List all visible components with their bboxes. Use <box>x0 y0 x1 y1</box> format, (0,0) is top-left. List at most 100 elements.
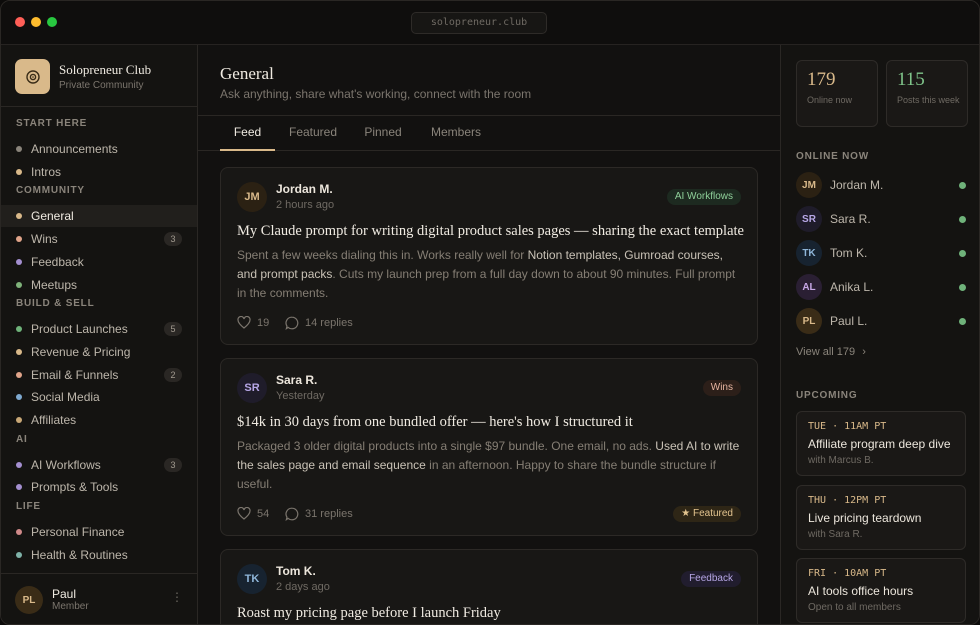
post-time: 2 days ago <box>276 581 330 593</box>
tab-pinned[interactable]: Pinned <box>363 116 403 151</box>
like-button[interactable]: 19 <box>237 316 269 329</box>
sidebar-item-general[interactable]: General <box>1 205 197 228</box>
tab-featured[interactable]: Featured <box>287 116 339 151</box>
sidebar-item-label: Feedback <box>31 254 84 269</box>
sidebar-item-label: Social Media <box>31 390 100 405</box>
stat-label: Posts this week <box>897 95 960 105</box>
sidebar-item-label: Announcements <box>31 142 118 156</box>
online-member[interactable]: TK Tom K. <box>796 240 966 266</box>
avatar: TK <box>237 564 267 594</box>
post-card[interactable]: TK Tom K. 2 days ago Feedback Roast my p… <box>220 549 758 624</box>
sidebar-item-email-funnels[interactable]: Email & Funnels 2 <box>1 364 197 386</box>
minimize-window-button[interactable] <box>31 17 41 27</box>
sidebar-item-announcements[interactable]: Announcements <box>1 138 197 160</box>
unread-badge: 5 <box>164 322 182 337</box>
sidebar-item-prompts-tools[interactable]: Prompts & Tools <box>1 476 197 498</box>
post-title[interactable]: Roast my pricing page before I launch Fr… <box>237 605 501 622</box>
more-vertical-icon[interactable]: ⋮ <box>171 590 183 604</box>
post-author[interactable]: Jordan M. <box>276 182 333 196</box>
post-time: 2 hours ago <box>276 199 335 211</box>
unread-badge: 3 <box>164 457 182 472</box>
avatar: JM <box>796 172 822 198</box>
current-user[interactable]: PL Paul Member ⋮ <box>1 573 197 624</box>
tab-members[interactable]: Members <box>429 116 483 151</box>
event-card[interactable]: FRI · 10AM PT AI tools office hours Open… <box>796 558 966 623</box>
category-tag[interactable]: AI Workflows <box>666 189 741 205</box>
post-author[interactable]: Tom K. <box>276 564 316 578</box>
sidebar-item-health-routines[interactable]: Health & Routines <box>1 544 197 566</box>
event-card[interactable]: TUE · 11AM PT Affiliate program deep div… <box>796 411 966 476</box>
online-member[interactable]: AL Anika L. <box>796 274 966 300</box>
post-author[interactable]: Sara R. <box>276 373 317 387</box>
sidebar-item-personal-finance[interactable]: Personal Finance <box>1 521 197 543</box>
close-window-button[interactable] <box>15 17 25 27</box>
heart-icon <box>237 316 251 329</box>
member-name: Jordan M. <box>830 178 884 192</box>
sidebar-item-ai-workflows[interactable]: AI Workflows 3 <box>1 454 197 476</box>
member-name: Sara R. <box>830 212 871 226</box>
address-bar[interactable]: solopreneur.club <box>411 12 547 34</box>
avatar: SR <box>237 373 267 403</box>
sidebar-item-label: General <box>31 209 74 224</box>
sidebar-item-label: Affiliates <box>31 413 77 427</box>
member-name: Paul L. <box>830 314 868 328</box>
event-card[interactable]: THU · 12PM PT Live pricing teardown with… <box>796 485 966 550</box>
event-title: Live pricing teardown <box>808 511 922 525</box>
online-member[interactable]: SR Sara R. <box>796 206 966 232</box>
post-body: Spent a few weeks dialing this in. Works… <box>237 248 736 300</box>
chevron-right-icon: › <box>862 346 866 358</box>
replies-button[interactable]: 31 replies <box>285 507 353 521</box>
online-member[interactable]: JM Jordan M. <box>796 172 966 198</box>
like-button[interactable]: 54 <box>237 507 269 520</box>
post-card[interactable]: SR Sara R. Yesterday Wins $14k in 30 day… <box>220 358 758 536</box>
channel-dot-icon <box>16 529 22 536</box>
sidebar-item-affiliates[interactable]: Affiliates <box>1 409 197 431</box>
sidebar-item-intros[interactable]: Intros <box>1 161 197 183</box>
nav-section-heading: COMMUNITY <box>16 185 85 197</box>
sidebar-item-label: Product Launches <box>31 322 128 337</box>
post-title[interactable]: My Claude prompt for writing digital pro… <box>237 223 744 240</box>
post-body: Packaged 3 older digital products into a… <box>237 439 740 491</box>
channel-dot-icon <box>16 484 22 491</box>
avatar: SR <box>796 206 822 232</box>
channel-dot-icon <box>16 213 22 220</box>
maximize-window-button[interactable] <box>47 17 57 27</box>
channel-dot-icon <box>16 326 22 333</box>
stat-value: 115 <box>897 69 925 90</box>
comment-icon <box>285 316 299 330</box>
post-card[interactable]: JM Jordan M. 2 hours ago AI Workflows My… <box>220 167 758 345</box>
replies-button[interactable]: 14 replies <box>285 316 353 330</box>
user-role: Member <box>52 601 89 612</box>
view-all-members-link[interactable]: View all 179 › <box>796 346 866 358</box>
channel-dot-icon <box>16 417 22 423</box>
avatar: TK <box>796 240 822 266</box>
category-tag[interactable]: Feedback <box>681 571 741 587</box>
channel-dot-icon <box>16 371 22 378</box>
sidebar-item-label: Meetups <box>31 277 78 292</box>
sidebar-item-meetups[interactable]: Meetups <box>1 274 197 296</box>
stat-value: 179 <box>807 69 836 90</box>
online-status-dot <box>959 216 966 223</box>
sidebar-item-product-launches[interactable]: Product Launches 5 <box>1 318 197 340</box>
channel-dot-icon <box>16 146 22 152</box>
sidebar-item-social-media[interactable]: Social Media <box>1 386 197 408</box>
upcoming-heading: UPCOMING <box>796 390 858 401</box>
brand-header[interactable]: Solopreneur Club Private Community <box>1 45 197 107</box>
sidebar-item-label: Personal Finance <box>31 525 125 540</box>
tab-feed[interactable]: Feed <box>220 116 275 151</box>
event-host: with Marcus B. <box>808 455 874 466</box>
sidebar-item-wins[interactable]: Wins 3 <box>1 228 197 250</box>
avatar: PL <box>15 586 43 614</box>
online-member[interactable]: PL Paul L. <box>796 308 966 334</box>
spiral-icon <box>15 59 50 94</box>
sidebar-item-feedback[interactable]: Feedback <box>1 251 197 273</box>
sidebar-item-label: Intros <box>31 164 62 179</box>
channel-dot-icon <box>16 258 22 265</box>
category-tag[interactable]: Wins <box>702 380 741 396</box>
post-title[interactable]: $14k in 30 days from one bundled offer —… <box>237 414 633 431</box>
unread-badge: 3 <box>164 232 182 247</box>
sidebar-item-revenue-pricing[interactable]: Revenue & Pricing <box>1 341 197 363</box>
featured-badge: ★ Featured <box>673 506 741 522</box>
member-name: Anika L. <box>830 280 874 294</box>
unread-badge: 2 <box>164 367 182 382</box>
